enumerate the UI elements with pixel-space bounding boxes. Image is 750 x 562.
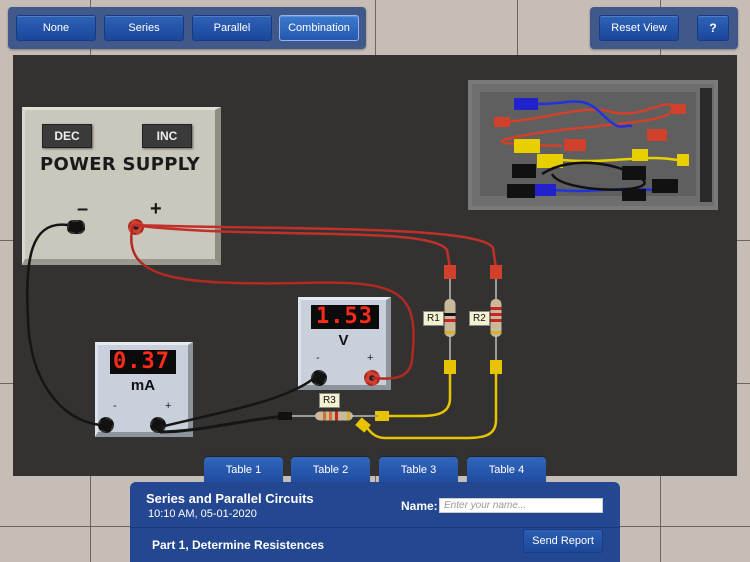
power-supply: DEC INC POWER SUPPLY – + [22,107,221,265]
send-report-button[interactable]: Send Report [523,529,603,553]
report-timestamp: 10:10 AM, 05-01-2020 [148,508,257,520]
reset-view-button[interactable]: Reset View [599,15,679,41]
series-button[interactable]: Series [104,15,184,41]
name-label: Name: [401,499,438,513]
view-toolbar: Reset View ? [590,7,738,49]
ammeter-minus-label: - [113,400,117,412]
ammeter-plus-label: + [165,400,172,412]
help-button[interactable]: ? [697,15,729,41]
decrease-voltage-button[interactable]: DEC [42,124,92,148]
tab-table-4[interactable]: Table 4 [467,457,546,483]
psu-negative-terminal[interactable] [67,220,85,234]
ammeter-negative-jack[interactable] [98,417,114,433]
tab-table-3[interactable]: Table 3 [379,457,458,483]
name-input[interactable] [439,498,603,513]
spare-wires [494,98,689,201]
parallel-button[interactable]: Parallel [192,15,272,41]
increase-voltage-button[interactable]: INC [142,124,192,148]
voltmeter-display: 1.53 [311,305,379,329]
voltmeter-negative-jack[interactable] [311,370,327,386]
psu-positive-terminal[interactable] [128,219,144,235]
combination-button[interactable]: Combination [279,15,359,41]
voltmeter-unit: V [338,332,349,349]
ammeter: 0.37 mA - + [95,342,193,437]
voltmeter-minus-label: - [316,352,320,364]
ammeter-display: 0.37 [110,350,176,374]
spare-wire-black[interactable] [507,161,678,201]
power-supply-title: POWER SUPPLY [39,154,201,175]
voltmeter-plus-label: + [367,352,374,364]
wire-tray[interactable] [468,80,718,210]
ammeter-positive-jack[interactable] [150,417,166,433]
tab-table-1[interactable]: Table 1 [204,457,283,483]
positive-terminal-label: + [150,198,162,220]
report-title: Series and Parallel Circuits [146,491,314,506]
ammeter-unit: mA [130,377,156,394]
resistor-label-r2[interactable]: R2 [469,311,490,326]
report-divider [130,527,620,528]
voltmeter-positive-jack[interactable] [364,370,380,386]
tab-table-2[interactable]: Table 2 [291,457,370,483]
none-button[interactable]: None [16,15,96,41]
negative-terminal-label: – [77,198,89,220]
voltmeter: 1.53 V - + [298,297,391,390]
report-panel: Series and Parallel Circuits 10:10 AM, 0… [130,482,620,562]
report-part-heading: Part 1, Determine Resistences [152,538,325,552]
resistor-label-r1[interactable]: R1 [423,311,444,326]
circuit-type-toolbar: None Series Parallel Combination [8,7,366,49]
resistor-label-r3[interactable]: R3 [319,393,340,408]
